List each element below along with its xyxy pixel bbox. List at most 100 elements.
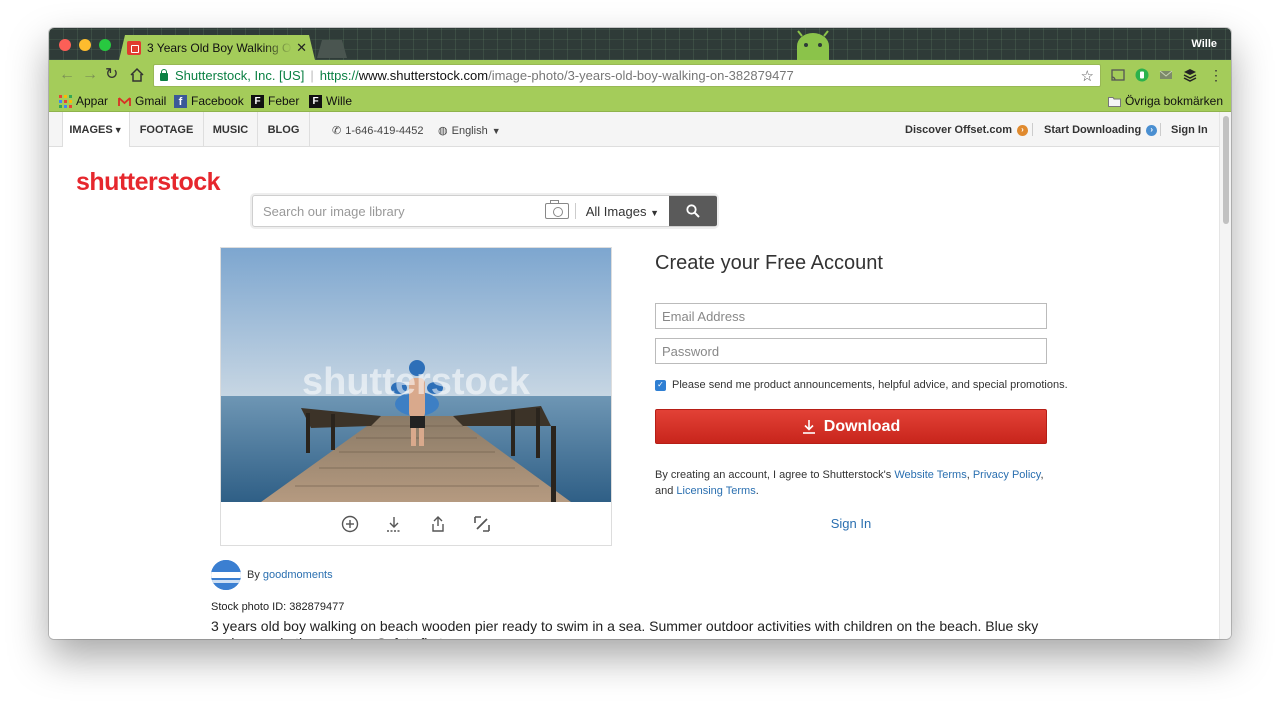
url-host: www.shutterstock.com [358,68,489,83]
pier-photo-image: shutterstock [221,248,611,502]
feber-icon: F [309,94,322,108]
buffer-icon[interactable] [1183,68,1197,82]
bookmark-gmail[interactable]: Gmail [118,94,166,108]
bookmark-appar[interactable]: Appar [59,94,108,108]
caret-down-icon: ▼ [113,124,123,135]
download-icon [387,517,401,532]
chrome-menu-icon[interactable]: ⋮ [1209,66,1223,84]
search-icon [686,204,700,218]
promo-checkbox[interactable]: ✓ [655,379,666,391]
zoom-window-button[interactable] [99,39,111,51]
folder-icon [1107,96,1121,107]
bookmarks-bar: Appar Gmail f Facebook F Feber F Wille Ö… [49,91,1231,112]
contributor-avatar[interactable] [211,560,241,590]
nav-sign-in[interactable]: Sign In [1171,124,1208,136]
forward-icon[interactable]: → [82,66,98,84]
terms-text: By creating an account, I agree to Shutt… [655,469,1044,497]
arrow-right-circle-icon: › [1016,124,1028,136]
promo-checkbox-row: ✓ Please send me product announcements, … [655,379,1068,391]
photo-actions [221,502,611,546]
nav-music[interactable]: MUSIC [204,112,258,147]
search-bar: All Images ▼ [252,195,717,227]
start-downloading-link[interactable]: Start Downloading › [1044,124,1158,136]
page-scrollbar[interactable] [1219,112,1231,639]
edit-crop-icon [474,516,490,532]
globe-icon: ◍ [438,125,448,137]
stock-photo[interactable]: shutterstock [221,248,611,502]
arrow-right-circle-icon: › [1146,124,1158,136]
url-path: /image-photo/3-years-old-boy-walking-on-… [488,68,794,83]
active-tab[interactable]: 3 Years Old Boy Walking On Shutterstock … [119,35,315,60]
minimize-window-button[interactable] [79,39,91,51]
password-field[interactable] [655,338,1047,364]
bookmark-feber[interactable]: F Feber [251,94,299,108]
browser-window: 3 Years Old Boy Walking On Shutterstock … [49,28,1231,639]
mail-extension-icon[interactable] [1159,68,1173,82]
download-comp-button[interactable] [384,514,404,534]
promo-checkbox-label: Please send me product announcements, he… [672,379,1068,391]
contributor-link[interactable]: goodmoments [263,569,333,581]
cast-icon[interactable] [1111,68,1125,82]
scrollbar-thumb[interactable] [1223,116,1229,224]
photo-watermark: shutterstock [302,361,531,403]
nav-images[interactable]: IMAGES ▼ [62,112,130,147]
android-theme-icon [797,30,829,60]
search-input[interactable] [253,197,545,225]
avatar-image [211,560,241,590]
ev-certificate-name: Shutterstock, Inc. [US] [175,68,305,83]
feber-icon: F [251,94,264,108]
caret-down-icon: ▼ [491,125,501,136]
phone-icon: ✆ [332,125,342,137]
share-button[interactable] [428,514,448,534]
contributor-line: By goodmoments [247,569,333,581]
other-bookmarks[interactable]: Övriga bokmärken [1107,94,1223,108]
stock-photo-id: Stock photo ID: 382879477 [211,601,345,613]
nav-footage[interactable]: FOOTAGE [130,112,204,147]
caret-down-icon: ▼ [650,207,659,218]
gmail-icon [118,96,131,106]
close-tab-icon[interactable]: ✕ [296,40,307,56]
language-selector[interactable]: ◍ English ▼ [438,124,501,138]
discover-offset-link[interactable]: Discover Offset.com › [905,124,1028,136]
edit-image-button[interactable] [472,514,492,534]
shutterstock-favicon-icon [127,41,141,55]
site-nav: IMAGES ▼ FOOTAGE MUSIC BLOG ✆ 1-646-419-4… [49,112,1219,147]
download-button[interactable]: Download [655,409,1047,444]
address-bar[interactable]: Shutterstock, Inc. [US] | https:// www.s… [153,64,1101,87]
bookmark-star-icon[interactable]: ☆ [1081,67,1094,85]
url-scheme: https:// [319,68,359,83]
search-button[interactable] [669,196,717,226]
email-field[interactable] [655,303,1047,329]
new-tab-button[interactable] [317,40,347,58]
add-to-collection-button[interactable] [340,514,360,534]
lock-icon [160,68,168,81]
facebook-icon: f [174,94,187,108]
camera-icon[interactable] [544,200,569,219]
tab-strip: 3 Years Old Boy Walking On Shutterstock … [49,28,1231,60]
reload-icon[interactable]: ↻ [105,66,118,84]
signup-title: Create your Free Account [655,252,883,274]
download-icon [802,420,815,434]
sign-in-link[interactable]: Sign In [655,516,1047,531]
plus-circle-icon [341,515,359,533]
bookmark-wille[interactable]: F Wille [309,94,352,108]
search-scope-dropdown[interactable]: All Images ▼ [586,204,659,219]
privacy-policy-link[interactable]: Privacy Policy [973,469,1041,481]
phone-number[interactable]: ✆ 1-646-419-4452 [332,124,424,138]
licensing-terms-link[interactable]: Licensing Terms [676,485,755,497]
bookmark-facebook[interactable]: f Facebook [174,94,244,108]
apps-grid-icon [59,94,72,108]
website-terms-link[interactable]: Website Terms [894,469,966,481]
nav-blog[interactable]: BLOG [258,112,310,147]
shutterstock-logo[interactable]: shutterstock [76,168,221,197]
back-icon[interactable]: ← [59,66,75,84]
tab-title: 3 Years Old Boy Walking On Shutterstock [147,40,292,55]
share-icon [432,516,444,532]
close-window-button[interactable] [59,39,71,51]
photo-card: shutterstock [220,247,612,546]
extension-green-icon[interactable] [1135,68,1149,82]
profile-name[interactable]: Wille [1191,38,1217,50]
home-icon[interactable] [129,67,145,83]
web-page: IMAGES ▼ FOOTAGE MUSIC BLOG ✆ 1-646-419-4… [49,112,1219,639]
browser-toolbar: ← → ↻ Shutterstock, Inc. [US] | https://… [49,60,1231,91]
